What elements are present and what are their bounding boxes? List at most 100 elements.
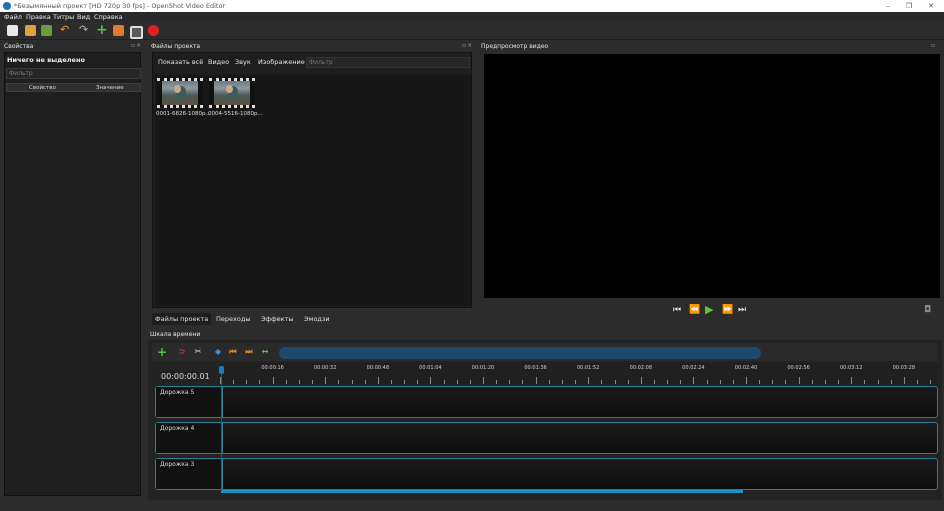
undo-icon[interactable]: ↶ — [60, 24, 71, 35]
filter-show-all[interactable]: Показать всё — [158, 58, 203, 66]
column-property[interactable]: Свойство — [29, 85, 56, 91]
file-thumbnail[interactable] — [157, 78, 203, 108]
previous-marker-icon[interactable]: ⏮ — [228, 347, 238, 357]
properties-table-header: Свойство Значение — [6, 83, 141, 92]
ruler-tick — [653, 380, 655, 384]
track-row[interactable]: Дорожка 4 — [155, 422, 938, 454]
ruler-tick — [746, 377, 747, 384]
rewind-icon[interactable]: ⏪ — [689, 305, 700, 315]
ruler-tick — [759, 380, 761, 384]
tab-emoji[interactable]: Эмодзи — [301, 313, 333, 325]
project-files-filter-input[interactable]: Фильтр — [306, 57, 470, 68]
menu-bar: Файл Правка Титры Вид Справка — [0, 12, 944, 22]
timeline-zoom-slider[interactable] — [279, 347, 761, 359]
ruler-tick — [417, 380, 419, 384]
jump-end-icon[interactable]: ⏭ — [738, 305, 746, 315]
ruler-label: 00:03:28 — [892, 365, 916, 371]
track-header: Дорожка 3 — [156, 459, 223, 489]
add-track-icon[interactable]: + — [157, 346, 167, 358]
ruler-tick — [404, 380, 406, 384]
ruler-tick — [298, 380, 300, 384]
open-project-icon[interactable] — [25, 25, 36, 36]
filter-video[interactable]: Видео — [208, 58, 229, 66]
jump-start-icon[interactable]: ⏮ — [673, 305, 681, 315]
timeline-current-time: 00:00:00.01 — [161, 372, 210, 381]
ruler-tick — [561, 380, 563, 384]
playhead-line[interactable] — [221, 366, 222, 492]
project-files-dock-buttons[interactable]: ▫× — [462, 42, 473, 49]
filter-image[interactable]: Изображение — [258, 58, 305, 66]
ruler-label: 00:01:20 — [471, 365, 495, 371]
track-label: Дорожка 3 — [160, 461, 195, 468]
ruler-label: 00:00:32 — [313, 365, 337, 371]
save-project-icon[interactable] — [41, 25, 52, 36]
ruler-tick — [351, 380, 353, 384]
ruler-tick — [640, 377, 642, 384]
file-name: 0004-5516-1080p... — [208, 111, 263, 117]
export-video-icon[interactable] — [148, 25, 159, 36]
ruler-tick — [719, 380, 721, 384]
menu-view[interactable]: Вид — [77, 13, 90, 21]
column-value[interactable]: Значение — [96, 85, 124, 91]
timeline-horizontal-scrollbar[interactable] — [221, 490, 743, 493]
ruler-tick — [890, 380, 892, 384]
razor-icon[interactable]: ✂ — [193, 347, 203, 357]
ruler-tick — [483, 377, 484, 384]
tab-project-files[interactable]: Файлы проекта — [152, 313, 212, 325]
redo-icon[interactable]: ↷ — [79, 24, 90, 35]
next-marker-icon[interactable]: ⏭ — [244, 347, 254, 357]
ruler-tick — [390, 380, 392, 384]
camera-snapshot-icon[interactable]: ◘ — [924, 305, 931, 315]
snap-magnet-icon[interactable]: ⊃ — [177, 347, 187, 357]
track-row[interactable]: Дорожка 5 — [155, 386, 938, 418]
properties-panel: Ничего не выделено Фильтр Свойство Значе… — [4, 52, 141, 496]
menu-edit[interactable]: Правка — [26, 13, 51, 21]
maximize-button[interactable]: ❐ — [903, 1, 915, 11]
menu-file[interactable]: Файл — [4, 13, 22, 21]
play-icon[interactable]: ▶ — [705, 303, 713, 316]
add-marker-icon[interactable]: ◆ — [213, 347, 223, 357]
ruler-tick — [588, 377, 590, 384]
ruler-tick — [575, 380, 577, 384]
fullscreen-icon[interactable] — [130, 26, 143, 39]
ruler-tick — [877, 380, 879, 384]
ruler-tick — [430, 377, 432, 384]
timeline-panel-title: Шкала времени — [150, 331, 201, 338]
ruler-tick — [811, 380, 813, 384]
app-logo-icon — [3, 2, 11, 10]
ruler-tick — [732, 380, 734, 384]
track-row[interactable]: Дорожка 3 — [155, 458, 938, 490]
menu-titles[interactable]: Титры — [53, 13, 74, 21]
track-header: Дорожка 5 — [156, 387, 223, 417]
tab-effects[interactable]: Эффекты — [258, 313, 297, 325]
ruler-tick — [706, 380, 708, 384]
ruler-tick — [838, 380, 840, 384]
new-project-icon[interactable] — [7, 25, 18, 36]
minimize-button[interactable]: – — [882, 1, 894, 11]
ruler-tick — [614, 380, 616, 384]
menu-help[interactable]: Справка — [94, 13, 123, 21]
tab-transitions[interactable]: Переходы — [213, 313, 253, 325]
preview-dock-buttons[interactable]: ▫ — [931, 42, 936, 49]
file-thumbnail[interactable] — [209, 78, 255, 108]
filter-audio[interactable]: Звук — [235, 58, 251, 66]
ruler-tick — [338, 380, 340, 384]
timeline-ruler[interactable]: 00:00:16 00:00:32 00:00:48 00:01:04 00:01:20… — [220, 363, 938, 385]
close-button[interactable]: ✕ — [925, 1, 937, 11]
ruler-label: 00:01:52 — [576, 365, 600, 371]
ruler-tick — [456, 380, 458, 384]
properties-dock-buttons[interactable]: ▫× — [131, 42, 142, 49]
properties-selection-label: Ничего не выделено — [7, 56, 85, 64]
properties-filter-input[interactable]: Фильтр — [6, 68, 141, 79]
ruler-tick — [667, 380, 669, 384]
ruler-tick — [535, 377, 537, 384]
center-timeline-icon[interactable]: ↔ — [260, 347, 270, 357]
ruler-tick — [259, 380, 261, 384]
ruler-label: 00:02:08 — [629, 365, 653, 371]
ruler-label: 00:00:16 — [261, 365, 284, 371]
ruler-tick — [469, 380, 471, 384]
import-files-icon[interactable]: + — [96, 23, 108, 37]
playhead-handle[interactable] — [219, 366, 224, 374]
choose-profile-icon[interactable] — [113, 25, 124, 36]
fast-forward-icon[interactable]: ⏩ — [722, 305, 733, 315]
